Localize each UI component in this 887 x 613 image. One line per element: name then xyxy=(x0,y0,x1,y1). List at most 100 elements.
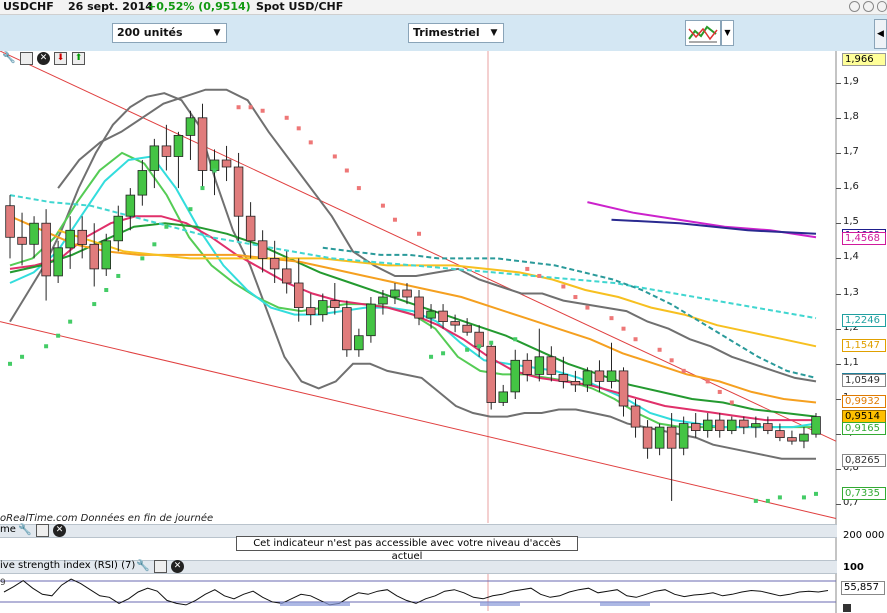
candle-body xyxy=(354,335,364,351)
sar-dot xyxy=(729,400,734,405)
sar-dot xyxy=(801,495,806,500)
candle-body xyxy=(173,135,184,157)
symbol: USDCHF xyxy=(3,0,54,13)
candle-body xyxy=(618,370,629,407)
sar-dot xyxy=(56,333,61,338)
y-tick-mark xyxy=(836,363,841,365)
y-tick-mark xyxy=(836,188,841,190)
volume-scale: 200 000 xyxy=(843,530,885,541)
price-tag: 1,4568 xyxy=(842,232,886,246)
candle-body xyxy=(751,423,761,428)
close-window-icon[interactable] xyxy=(877,1,887,12)
sar-dot xyxy=(356,186,361,191)
candle-body xyxy=(606,370,617,382)
close-icon[interactable]: ✕ xyxy=(53,524,66,537)
toolbar: 200 unités ▼ Trimestriel ▼ ▼ ◀ xyxy=(0,15,887,51)
sar-dot xyxy=(20,354,25,359)
candle-body xyxy=(763,423,773,432)
y-tick-label: 1,5 xyxy=(843,216,859,228)
candle-body xyxy=(703,419,713,432)
sar-dot xyxy=(236,105,241,110)
sar-dot xyxy=(92,302,97,307)
sar-dot xyxy=(525,266,530,271)
window-icon[interactable] xyxy=(154,560,167,573)
candles-layer xyxy=(5,103,821,501)
rsi-value-tag: 55,857 xyxy=(841,581,885,595)
candle-body xyxy=(125,194,136,217)
sar-dot xyxy=(609,316,614,321)
y-tick-mark xyxy=(836,434,841,436)
candle-body xyxy=(161,145,172,157)
sar-dot xyxy=(104,288,109,293)
trendline-upper xyxy=(0,51,837,442)
indicator-line xyxy=(322,246,817,379)
candle-body xyxy=(582,370,593,386)
candle-body xyxy=(498,391,508,403)
chart-style-button[interactable] xyxy=(685,20,721,46)
indicator-line xyxy=(57,229,817,348)
scroll-left-button[interactable]: ◀ xyxy=(874,19,887,49)
wrench-icon[interactable]: 🔧 xyxy=(136,560,150,573)
y-tick-label: 1,8 xyxy=(843,110,859,122)
close-icon[interactable]: ✕ xyxy=(171,560,184,573)
candle-body xyxy=(438,310,448,323)
sar-dot xyxy=(284,115,289,120)
candle-body xyxy=(65,229,75,249)
candle-body xyxy=(775,430,785,439)
rsi-oversold-area xyxy=(600,602,650,606)
rsi-scale-top: 100 xyxy=(843,562,864,573)
maximize-icon[interactable] xyxy=(863,1,874,12)
sar-dot xyxy=(152,242,157,247)
candle-body xyxy=(642,426,653,449)
sar-dot xyxy=(44,344,49,349)
candle-body xyxy=(269,257,280,270)
candle-body xyxy=(330,300,340,309)
sar-dot xyxy=(212,168,217,173)
price-tag: 0,8265 xyxy=(842,453,886,467)
y-tick-label: 1,7 xyxy=(843,145,859,157)
window-icon[interactable] xyxy=(20,52,33,65)
chart-style-dropdown[interactable]: ▼ xyxy=(721,20,734,46)
wrench-icon[interactable]: 🔧 xyxy=(18,524,32,537)
minimize-icon[interactable] xyxy=(849,1,860,12)
price-tag: 0,7335 xyxy=(842,486,886,500)
candle-body xyxy=(29,222,39,245)
candle-body xyxy=(546,356,557,375)
candle-body xyxy=(558,373,569,382)
price-tag: 1,966 xyxy=(842,53,886,67)
candle-body xyxy=(462,324,472,333)
title-bar: USDCHF 26 sept. 2014 +0,52% (0,9514) Spo… xyxy=(0,0,887,15)
period-select[interactable]: Trimestriel ▼ xyxy=(408,23,504,43)
indicators-layer xyxy=(9,88,817,460)
price-tag: 0,9932 xyxy=(842,395,886,409)
rsi-oversold-area xyxy=(480,602,520,606)
volume-label: me xyxy=(0,524,16,535)
candle-body xyxy=(787,437,797,442)
y-tick-mark xyxy=(836,223,841,225)
date: 26 sept. 2014 xyxy=(68,0,153,13)
sar-dot xyxy=(681,368,686,373)
candle-body xyxy=(233,166,244,217)
sar-dot xyxy=(633,337,638,342)
candle-body xyxy=(414,296,424,319)
indicator-line xyxy=(9,151,816,429)
sar-dot xyxy=(813,491,818,496)
candle-body xyxy=(77,229,88,245)
sar-dot xyxy=(477,344,482,349)
candle-body xyxy=(281,268,292,284)
y-tick-mark xyxy=(836,258,841,260)
move-up-icon[interactable]: ⬆ xyxy=(72,52,85,65)
candle-body xyxy=(137,170,148,196)
close-icon[interactable]: ✕ xyxy=(37,52,50,65)
sar-dot xyxy=(465,347,470,352)
candle-body xyxy=(678,423,689,449)
move-down-icon[interactable]: ⬇ xyxy=(54,52,67,65)
candle-body xyxy=(811,416,821,435)
sar-dot xyxy=(260,108,265,113)
y-tick-mark xyxy=(836,504,841,506)
window-icon[interactable] xyxy=(36,524,49,537)
price-tag: 0,9165 xyxy=(842,422,886,436)
chevron-left-icon: ◀ xyxy=(877,29,884,39)
units-select[interactable]: 200 unités ▼ xyxy=(112,23,227,43)
wrench-icon[interactable]: 🔧 xyxy=(2,52,16,65)
